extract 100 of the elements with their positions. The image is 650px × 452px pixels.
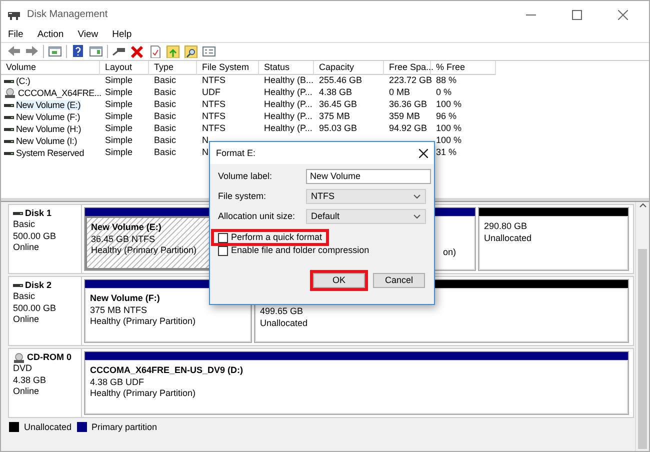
volume-label-field[interactable]: New Volume	[306, 168, 431, 184]
table-cell-text: 96 %	[435, 111, 458, 123]
table-cell-text: Basic	[153, 123, 178, 135]
close-icon	[618, 10, 628, 20]
table-cell[interactable]: (C:)	[16, 76, 30, 86]
scrollbar[interactable]	[635, 202, 649, 451]
properties-list-icon[interactable]	[202, 45, 216, 58]
table-cell-text: N	[201, 135, 210, 147]
table-cell-text: UDF	[201, 87, 222, 99]
disk-type: Basic	[13, 219, 36, 230]
table-cell-text: Basic	[153, 147, 178, 159]
table-cell-text: 95.03 GB	[318, 123, 358, 135]
table-cell-text: 223.72 GB	[388, 75, 434, 87]
drive-icon	[4, 78, 14, 84]
disk-name: Disk 1	[25, 208, 52, 220]
help-icon[interactable]	[71, 45, 85, 58]
panel-icon[interactable]	[48, 45, 62, 58]
window-title: Disk Management	[27, 8, 109, 20]
partition-text: 36.45 GB NTFS	[91, 234, 156, 244]
disk-type: DVD	[13, 363, 34, 374]
menu-item[interactable]: Help	[105, 29, 139, 41]
table-cell-text: 100 %	[435, 135, 463, 147]
table-cell-text: Healthy (P...	[263, 87, 314, 99]
partition-text: 499.65 GB	[260, 306, 304, 316]
field-label: File system:	[218, 190, 268, 202]
table-cell-text: 359 MB	[388, 111, 422, 123]
disk-status: Online	[13, 242, 40, 253]
disk-size: 4.38 GB	[13, 374, 48, 386]
menu-item[interactable]: File	[1, 29, 30, 41]
table-cell[interactable]: New Volume (H:)	[16, 124, 82, 134]
back-arrow-icon[interactable]	[7, 45, 21, 58]
table-cell-text: Basic	[153, 135, 178, 147]
table-cell-text: Simple	[104, 99, 134, 111]
folder-search-icon[interactable]	[184, 45, 198, 58]
field-label: Volume label:	[218, 170, 274, 182]
table-cell[interactable]: New Volume (E:)	[16, 100, 81, 110]
table-cell[interactable]: New Volume (I:)	[16, 136, 78, 146]
table-cell-text: NTFS	[201, 99, 226, 111]
table-cell-text: Simple	[104, 135, 134, 147]
partition-block[interactable]: CCCOMA_X64FRE_EN-US_DV9 (D:) 4.38 GB UDF Healthy (Primary Partition)	[85, 360, 628, 414]
table-cell[interactable]: CCCOMA_X64FRE...	[18, 88, 102, 98]
table-cell-text: 36.36 GB	[388, 99, 428, 111]
table-cell-text: 255.46 GB	[318, 75, 364, 87]
disk-name: CD-ROM 0	[27, 352, 72, 364]
table-cell-text: Healthy (P...	[263, 99, 314, 111]
drive-icon	[4, 126, 14, 132]
table-cell-text: 375 MB	[318, 111, 352, 123]
table-cell-text: Simple	[104, 123, 134, 135]
connect-drive-icon[interactable]	[112, 45, 126, 58]
table-cell-text: 100 %	[435, 123, 463, 135]
menu-item[interactable]: View	[70, 29, 106, 41]
partition-text: 375 MB NTFS	[90, 304, 148, 315]
legend-label: Primary partition	[92, 422, 158, 432]
table-cell-text: Healthy (P...	[263, 111, 314, 123]
drive-icon	[4, 114, 14, 120]
panel-icon[interactable]	[89, 45, 103, 58]
volume-title: New Volume (F:)	[90, 293, 160, 303]
table-cell-text: 88 %	[435, 75, 458, 87]
column-header[interactable]: Free Spa...	[384, 61, 431, 75]
dialog-button[interactable]: OK	[313, 273, 365, 288]
table-cell-text: 4.38 GB	[318, 87, 354, 99]
dropdown[interactable]: Default	[306, 208, 426, 224]
column-header[interactable]: % Free	[431, 61, 496, 75]
close-icon[interactable]	[419, 148, 428, 158]
table-cell[interactable]: New Volume (F:)	[16, 112, 80, 122]
column-header[interactable]: Capacity	[314, 61, 384, 75]
cd-drive-icon	[4, 88, 16, 98]
table-cell-text: 36.45 GB	[318, 99, 358, 111]
column-header[interactable]: Volume	[1, 61, 100, 75]
dropdown[interactable]: NTFS	[306, 188, 426, 204]
table-cell-text: N	[201, 147, 210, 159]
maximize-icon	[572, 10, 582, 20]
forward-arrow-icon[interactable]	[25, 45, 39, 58]
table-cell-text: Simple	[104, 111, 134, 123]
column-header[interactable]: Layout	[100, 61, 149, 75]
table-cell-text: Simple	[104, 87, 134, 99]
checkbox[interactable]	[218, 232, 228, 243]
column-header[interactable]: Type	[149, 61, 197, 75]
partition-text: Healthy (Primary Partition)	[90, 388, 196, 398]
disk-size: 500.00 GB	[13, 230, 58, 242]
table-cell[interactable]: System Reserved	[16, 148, 84, 158]
delete-icon[interactable]	[130, 45, 144, 58]
disk-type: Basic	[13, 291, 36, 302]
checklist-icon[interactable]	[148, 45, 162, 58]
drive-icon	[4, 150, 14, 156]
dialog-button[interactable]: Cancel	[373, 273, 425, 288]
column-header[interactable]: File System	[197, 61, 259, 75]
table-cell-text: Simple	[104, 147, 134, 159]
partition-block[interactable]: 290.80 GB Unallocated	[479, 216, 628, 270]
menu-item[interactable]: Action	[30, 29, 71, 41]
column-header[interactable]: Status	[259, 61, 314, 75]
table-cell-text: Basic	[153, 111, 178, 123]
table-cell-text: Healthy (P...	[263, 123, 314, 135]
table-cell-text: Basic	[153, 87, 178, 99]
table-cell-text: NTFS	[201, 75, 226, 87]
cd-drive-icon	[13, 352, 25, 363]
checkbox[interactable]	[218, 246, 228, 256]
volume-title: New Volume (E:)	[91, 222, 162, 232]
volume-title: CCCOMA_X64FRE_EN-US_DV9 (D:)	[90, 365, 244, 375]
scroll-up-icon[interactable]	[638, 202, 646, 209]
